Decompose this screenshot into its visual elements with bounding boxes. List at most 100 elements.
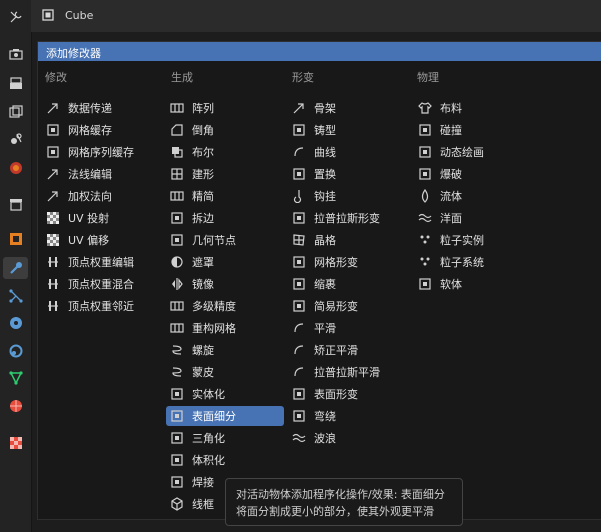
menu-item[interactable]: 碰撞 <box>414 120 524 140</box>
menu-item-label: 加权法向 <box>68 190 112 203</box>
box-icon <box>170 453 184 467</box>
menu-item[interactable]: UV 偏移 <box>42 230 162 250</box>
view-layer-tab[interactable] <box>3 101 28 123</box>
box-icon <box>46 123 60 137</box>
menu-item[interactable]: 洋面 <box>414 208 524 228</box>
menu-item[interactable]: 简易形变 <box>288 296 408 316</box>
box-icon <box>418 145 432 159</box>
menu-item[interactable]: 镜像 <box>166 274 284 294</box>
object-name: Cube <box>65 9 94 22</box>
menu-item[interactable]: 顶点权重混合 <box>42 274 162 294</box>
menu-item[interactable]: 网格序列缓存 <box>42 142 162 162</box>
menu-item[interactable]: 拉普拉斯形变 <box>288 208 408 228</box>
data-tab[interactable] <box>3 367 28 389</box>
material-tab[interactable] <box>3 395 28 417</box>
box-icon <box>170 475 184 489</box>
render-tab[interactable] <box>3 43 28 65</box>
menu-item[interactable]: 阵列 <box>166 98 284 118</box>
menu-item-label: 顶点权重邻近 <box>68 300 134 313</box>
texture-tab[interactable] <box>3 432 28 454</box>
menu-item[interactable]: 粒子实例 <box>414 230 524 250</box>
menu-item[interactable]: 表面形变 <box>288 384 408 404</box>
menu-item[interactable]: 体积化 <box>166 450 284 470</box>
menu-item[interactable]: 布尔 <box>166 142 284 162</box>
world-tab[interactable] <box>3 157 28 179</box>
menu-item[interactable]: 拆边 <box>166 208 284 228</box>
output-tab[interactable] <box>3 73 28 95</box>
menu-title: 添加修改器 <box>46 47 101 60</box>
menu-item[interactable]: 网格形变 <box>288 252 408 272</box>
particles-tab[interactable] <box>3 285 28 307</box>
menu-item[interactable]: 几何节点 <box>166 230 284 250</box>
menu-item[interactable]: 蒙皮 <box>166 362 284 382</box>
menu-item-label: 拉普拉斯平滑 <box>314 366 380 379</box>
menu-item[interactable]: 骨架 <box>288 98 408 118</box>
collection-tab[interactable] <box>3 193 28 215</box>
menu-item[interactable]: 矫正平滑 <box>288 340 408 360</box>
menu-item[interactable]: 加权法向 <box>42 186 162 206</box>
cube-icon <box>170 497 184 511</box>
menu-item[interactable]: 多级精度 <box>166 296 284 316</box>
menu-item[interactable]: 爆破 <box>414 164 524 184</box>
menu-item[interactable]: 顶点权重邻近 <box>42 296 162 316</box>
menu-item-label: 置换 <box>314 168 336 181</box>
drop-icon <box>418 189 432 203</box>
menu-item[interactable]: 缩裹 <box>288 274 408 294</box>
menu-item-label: 三角化 <box>192 432 225 445</box>
menu-item[interactable]: 表面细分 <box>166 406 284 426</box>
menu-item-label: 网格序列缓存 <box>68 146 134 159</box>
menu-item[interactable]: 三角化 <box>166 428 284 448</box>
menu-item-label: 重构网格 <box>192 322 236 335</box>
menu-item[interactable]: 实体化 <box>166 384 284 404</box>
menu-item[interactable]: 平滑 <box>288 318 408 338</box>
shirt-icon <box>418 101 432 115</box>
menu-item[interactable]: 软体 <box>414 274 524 294</box>
menu-item[interactable]: UV 投射 <box>42 208 162 228</box>
checker-icon <box>46 211 60 225</box>
modifier-tab[interactable] <box>3 257 28 279</box>
menu-item[interactable]: 布料 <box>414 98 524 118</box>
menu-item[interactable]: 晶格 <box>288 230 408 250</box>
constraints-tab[interactable] <box>3 340 28 362</box>
menu-item[interactable]: 拉普拉斯平滑 <box>288 362 408 382</box>
menu-item[interactable]: 粒子系统 <box>414 252 524 272</box>
menu-item[interactable]: 钩挂 <box>288 186 408 206</box>
object-tab[interactable] <box>3 228 28 250</box>
menu-item[interactable]: 置换 <box>288 164 408 184</box>
box-icon <box>418 167 432 181</box>
menu-item[interactable]: 波浪 <box>288 428 408 448</box>
menu-item[interactable]: 精简 <box>166 186 284 206</box>
menu-item-label: 镜像 <box>192 278 214 291</box>
menu-item[interactable]: 弯绕 <box>288 406 408 426</box>
menu-item-label: 粒子系统 <box>440 256 484 269</box>
menu-item[interactable]: 遮罩 <box>166 252 284 272</box>
scene-tab[interactable] <box>3 128 28 150</box>
menu-item-label: 波浪 <box>314 432 336 445</box>
menu-item[interactable]: 法线编辑 <box>42 164 162 184</box>
menu-item[interactable]: 铸型 <box>288 120 408 140</box>
menu-item[interactable]: 重构网格 <box>166 318 284 338</box>
mirror-icon <box>170 277 184 291</box>
box-icon <box>170 409 184 423</box>
dots-icon <box>418 233 432 247</box>
menu-item[interactable]: 数据传递 <box>42 98 162 118</box>
menu-item[interactable]: 网格缓存 <box>42 120 162 140</box>
menu-item[interactable]: 流体 <box>414 186 524 206</box>
menu-item[interactable]: 建形 <box>166 164 284 184</box>
physics-tab[interactable] <box>3 312 28 334</box>
world-icon <box>9 162 22 174</box>
menu-item[interactable]: 顶点权重编辑 <box>42 252 162 272</box>
menu-item[interactable]: 螺旋 <box>166 340 284 360</box>
column-heading-deform: 形变 <box>292 71 314 84</box>
collection-icon <box>9 199 22 211</box>
menu-item[interactable]: 动态绘画 <box>414 142 524 162</box>
menu-item[interactable]: 曲线 <box>288 142 408 162</box>
arrow-icon <box>46 101 60 115</box>
grid-icon <box>170 189 184 203</box>
menu-item-label: 实体化 <box>192 388 225 401</box>
menu-item[interactable]: 倒角 <box>166 120 284 140</box>
tool-tab[interactable] <box>3 6 28 28</box>
menu-item-label: 顶点权重编辑 <box>68 256 134 269</box>
view-layer-icon <box>8 105 23 118</box>
object-icon <box>9 233 22 245</box>
